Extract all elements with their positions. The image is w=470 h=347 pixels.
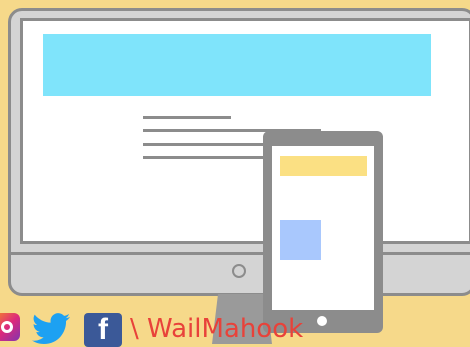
facebook-icon[interactable]: f	[84, 313, 122, 347]
facebook-glyph: f	[98, 313, 108, 346]
power-button-icon	[232, 264, 246, 278]
text-line-placeholder	[143, 116, 231, 119]
phone-image-placeholder	[280, 220, 321, 260]
desktop-banner-placeholder	[43, 34, 431, 96]
phone-header-placeholder	[280, 156, 367, 176]
monitor-chin-divider	[8, 252, 470, 255]
phone-home-button-icon	[317, 316, 327, 326]
twitter-icon[interactable]	[32, 313, 70, 345]
instagram-icon[interactable]	[0, 313, 20, 341]
brand-signature: \ WailMahook	[130, 314, 304, 344]
